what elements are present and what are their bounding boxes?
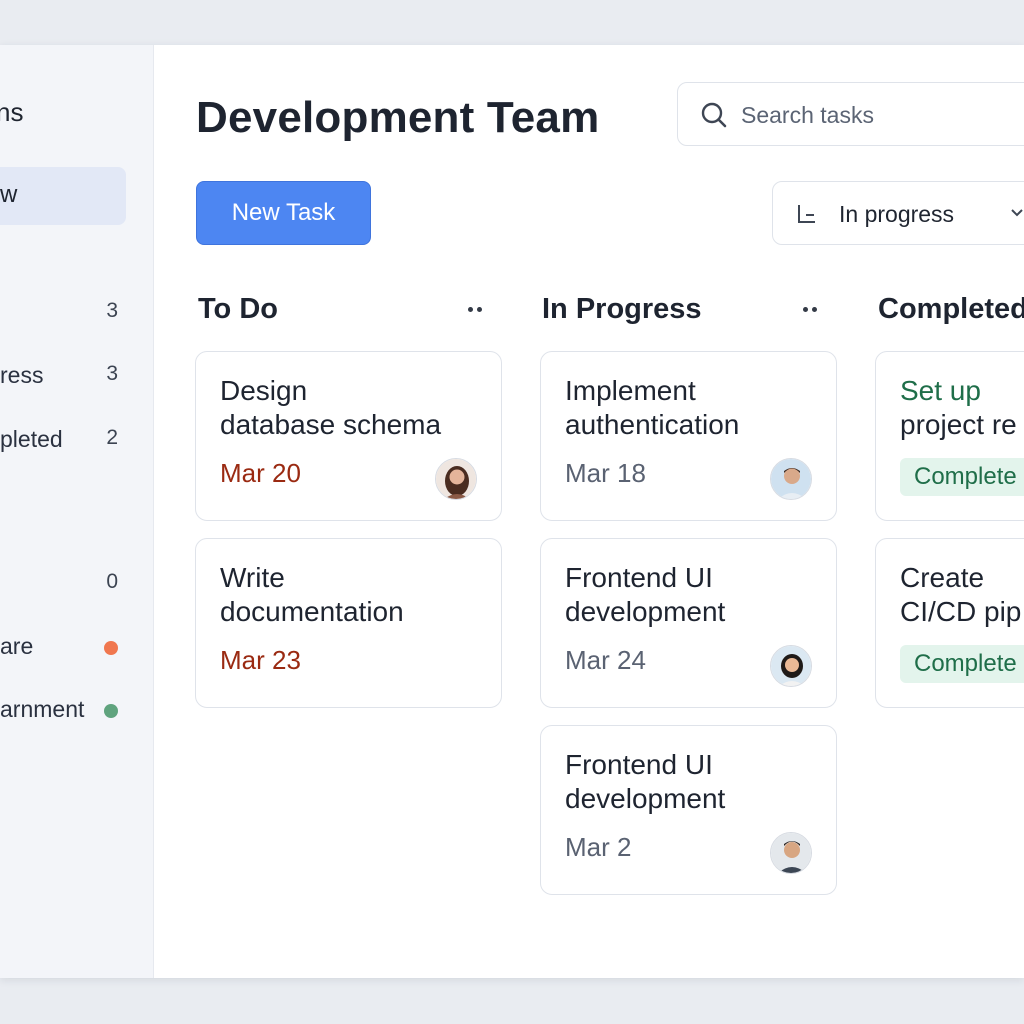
sidebar-item-all[interactable]: 3: [0, 293, 154, 333]
sidebar-item-active-label[interactable]: w: [0, 181, 17, 209]
filter-label: In progress: [839, 201, 955, 227]
column-title-todo: To Do: [198, 293, 278, 325]
task-card[interactable]: Set up project re Complete: [875, 351, 1024, 521]
app-window: ns w 3 ress 3 pleted 2 0 are arnment Dev…: [0, 45, 1024, 978]
sidebar-item-project-1[interactable]: are: [0, 627, 154, 667]
sidebar-item-count: 3: [106, 299, 118, 322]
sidebar-item-active-bg[interactable]: [0, 167, 126, 225]
project-color-dot: [104, 704, 118, 718]
task-title: Create CI/CD pip: [900, 562, 1022, 627]
task-card[interactable]: Implement authentication Mar 18: [540, 351, 837, 521]
task-title: Frontend UI development: [565, 749, 726, 814]
assignee-avatar[interactable]: [770, 458, 812, 500]
task-card[interactable]: Write documentation Mar 23: [195, 538, 502, 708]
project-color-dot: [104, 641, 118, 655]
new-task-button[interactable]: New Task: [196, 181, 371, 245]
sidebar-item-label: pleted: [0, 426, 63, 452]
task-title: Implement authentication: [565, 375, 740, 440]
filter-icon: [798, 205, 815, 223]
task-due-date: Mar 20: [220, 458, 301, 488]
sidebar-title: ns: [0, 97, 24, 127]
column-title-in-progress: In Progress: [542, 293, 702, 325]
task-title: Design database schema: [220, 375, 442, 440]
task-due-date: Mar 23: [220, 645, 301, 675]
chevron-down-icon: [1011, 209, 1023, 217]
task-due-date: Mar 24: [565, 645, 646, 675]
search-icon: [701, 102, 727, 128]
task-due-date: Mar 18: [565, 458, 646, 488]
task-card[interactable]: Frontend UI development Mar 24: [540, 538, 837, 708]
sidebar-item-label: arnment: [0, 696, 85, 722]
task-title: Write documentation: [220, 562, 404, 627]
sidebar-item-count: 3: [106, 362, 118, 385]
task-due-date: Mar 2: [565, 832, 632, 862]
task-title: Frontend UI development: [565, 562, 726, 627]
task-card[interactable]: Design database schema Mar 20: [195, 351, 502, 521]
sidebar-item-label: ress: [0, 362, 44, 388]
column-more-icon[interactable]: [801, 303, 823, 317]
task-card[interactable]: Create CI/CD pip Complete: [875, 538, 1024, 708]
column-title-completed: Completed: [878, 293, 1024, 325]
status-badge: Complete: [900, 458, 1024, 496]
sidebar-item-label: are: [0, 633, 34, 659]
sidebar: ns w 3 ress 3 pleted 2 0 are arnment: [0, 45, 154, 978]
assignee-avatar[interactable]: [770, 645, 812, 687]
sidebar-item-count: 0: [106, 570, 118, 593]
assignee-avatar[interactable]: [770, 832, 812, 874]
search-placeholder: Search tasks: [741, 102, 874, 128]
sidebar-item-empty-group[interactable]: 0: [0, 564, 154, 604]
sidebar-item-in-progress[interactable]: ress 3: [0, 356, 154, 396]
page-title: Development Team: [196, 93, 600, 142]
search-input[interactable]: Search tasks: [677, 82, 1024, 146]
status-filter-dropdown[interactable]: In progress: [772, 181, 1024, 245]
task-title: Set up project re: [900, 375, 1017, 440]
column-more-icon[interactable]: [466, 303, 488, 317]
sidebar-item-project-2[interactable]: arnment: [0, 690, 154, 730]
assignee-avatar[interactable]: [435, 458, 477, 500]
status-badge: Complete: [900, 645, 1024, 683]
task-card[interactable]: Frontend UI development Mar 2: [540, 725, 837, 895]
sidebar-item-count: 2: [106, 426, 118, 449]
sidebar-item-completed[interactable]: pleted 2: [0, 420, 154, 460]
